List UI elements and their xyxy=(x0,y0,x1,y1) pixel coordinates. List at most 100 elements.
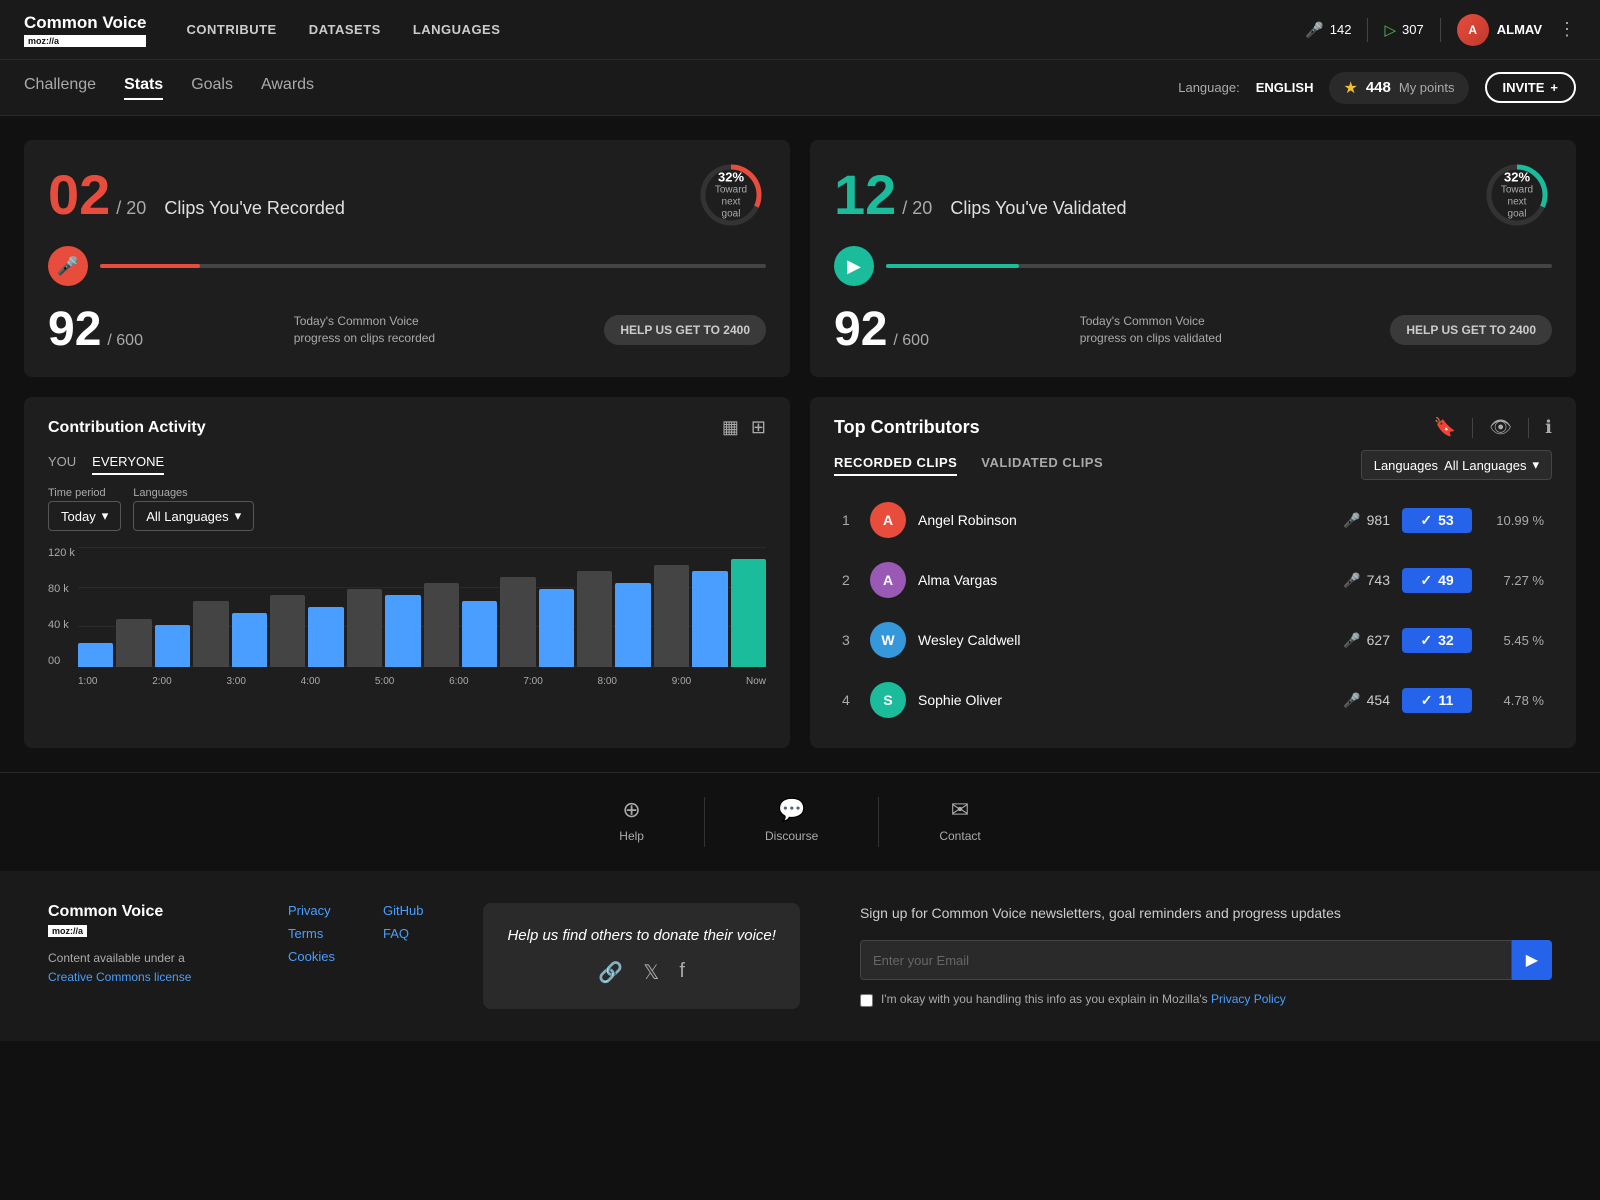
recorded-bottom-of: / 600 xyxy=(107,332,143,350)
activity-filters: Time period Today ▾ Languages All Langua… xyxy=(48,487,766,531)
tab-challenge[interactable]: Challenge xyxy=(24,76,96,100)
avatar: A xyxy=(1457,14,1489,46)
time-period-select[interactable]: Today ▾ xyxy=(48,501,121,531)
tab-awards[interactable]: Awards xyxy=(261,76,314,100)
footer-terms[interactable]: Terms xyxy=(288,926,335,941)
logo[interactable]: Common Voice moz://a xyxy=(24,13,146,47)
bar-chart-icon[interactable]: ▦ xyxy=(722,417,739,438)
contrib-row-3: 4 S Sophie Oliver 🎤 454 ✓ 11 4.78 % xyxy=(834,672,1552,728)
newsletter-submit-button[interactable]: ▶ xyxy=(1512,940,1552,980)
contrib-validated-0: ✓ 53 xyxy=(1402,508,1472,533)
tab-goals[interactable]: Goals xyxy=(191,76,233,100)
contrib-lang-chevron: ▾ xyxy=(1532,457,1539,473)
languages-select[interactable]: All Languages ▾ xyxy=(133,501,254,531)
time-period-label: Time period xyxy=(48,487,121,499)
contrib-row-2: 3 W Wesley Caldwell 🎤 627 ✓ 32 5.45 % xyxy=(834,612,1552,668)
y-label-00: 00 xyxy=(48,655,75,667)
contrib-lang-select[interactable]: Languages All Languages ▾ xyxy=(1361,450,1552,480)
points-number: 448 xyxy=(1366,79,1391,96)
play-stat: ▷ 307 xyxy=(1384,21,1423,39)
bookmark-icon[interactable]: 🔖 xyxy=(1434,417,1456,438)
contrib-clips-2: 🎤 627 xyxy=(1343,632,1390,649)
play-icon: ▷ xyxy=(1384,21,1396,39)
invite-button[interactable]: INVITE + xyxy=(1485,72,1577,103)
languages-filter-label: Languages xyxy=(133,487,254,499)
recorded-bottom-numbers: 92 / 600 xyxy=(48,302,143,357)
validated-card-top: 12 / 20 Clips You've Validated 32% Towar… xyxy=(834,160,1552,230)
recorded-big-number: 02 xyxy=(48,167,110,223)
consent-checkbox[interactable] xyxy=(860,994,873,1007)
nav-links: CONTRIBUTE DATASETS LANGUAGES xyxy=(186,22,1305,37)
chart-bar-2 xyxy=(155,625,190,667)
toggle-everyone[interactable]: EVERYONE xyxy=(92,450,164,475)
twitter-icon[interactable]: 𝕏 xyxy=(643,960,659,985)
validated-help-button[interactable]: HELP US GET TO 2400 xyxy=(1390,315,1552,345)
link-icon[interactable]: 🔗 xyxy=(598,960,623,985)
newsletter-input-row: ▶ xyxy=(860,940,1552,980)
points-badge: ★ 448 My points xyxy=(1329,72,1468,104)
grid-chart-icon[interactable]: ⊞ xyxy=(751,417,766,438)
invite-plus-icon: + xyxy=(1550,80,1558,95)
time-period-chevron: ▾ xyxy=(102,508,109,524)
validated-goal-circle-text: 32% Towardnext goal xyxy=(1500,170,1535,221)
check-icon-0: ✓ xyxy=(1420,512,1432,529)
hide-icon[interactable]: 👁 xyxy=(1489,417,1512,438)
recorded-help-button[interactable]: HELP US GET TO 2400 xyxy=(604,315,766,345)
contrib-clips-num-0: 981 xyxy=(1367,512,1390,528)
x-8: 8:00 xyxy=(598,676,617,687)
footer-links: ⊕ Help 💬 Discourse ✉ Contact xyxy=(0,772,1600,871)
language-value: ENGLISH xyxy=(1256,80,1314,95)
tab-validated-clips[interactable]: VALIDATED CLIPS xyxy=(981,455,1103,476)
recorded-card: 02 / 20 Clips You've Recorded 32% Toward… xyxy=(24,140,790,377)
contact-label: Contact xyxy=(939,829,980,843)
help-icon: ⊕ xyxy=(622,797,640,823)
validated-progress-bar xyxy=(886,264,1019,268)
toggle-you[interactable]: YOU xyxy=(48,450,76,475)
contrib-pct-3: 4.78 % xyxy=(1484,693,1544,708)
activity-title: Contribution Activity xyxy=(48,419,206,437)
x-9: 9:00 xyxy=(672,676,691,687)
footer-cookies[interactable]: Cookies xyxy=(288,949,335,964)
info-icon[interactable]: ℹ xyxy=(1545,417,1552,438)
footer-cta-text: Help us find others to donate their voic… xyxy=(507,927,776,944)
contrib-pct-1: 7.27 % xyxy=(1484,573,1544,588)
footer-logo-area: Common Voice moz://a Content available u… xyxy=(48,903,228,987)
tab-recorded-clips[interactable]: RECORDED CLIPS xyxy=(834,455,957,476)
activity-header: Contribution Activity ▦ ⊞ xyxy=(48,417,766,438)
footer-discourse[interactable]: 💬 Discourse xyxy=(765,797,818,847)
more-icon[interactable]: ⋮ xyxy=(1558,19,1576,40)
footer-contact[interactable]: ✉ Contact xyxy=(939,797,980,847)
facebook-icon[interactable]: f xyxy=(679,960,685,985)
nav-languages[interactable]: LANGUAGES xyxy=(413,22,501,37)
email-input[interactable] xyxy=(860,940,1512,980)
nav-contribute[interactable]: CONTRIBUTE xyxy=(186,22,276,37)
contrib-mic-icon-3: 🎤 xyxy=(1343,692,1360,709)
footer-faq[interactable]: FAQ xyxy=(383,926,423,941)
chart-y-labels: 120 k 80 k 40 k 00 xyxy=(48,547,75,667)
contrib-clips-1: 🎤 743 xyxy=(1343,572,1390,589)
user-area[interactable]: A ALMAV xyxy=(1457,14,1542,46)
footer-help[interactable]: ⊕ Help xyxy=(619,797,644,847)
contrib-clips-0: 🎤 981 xyxy=(1343,512,1390,529)
logo-title: Common Voice xyxy=(24,13,146,33)
stat-cards-row: 02 / 20 Clips You've Recorded 32% Toward… xyxy=(24,140,1576,377)
validated-goal-circle: 32% Towardnext goal xyxy=(1482,160,1552,230)
bottom-cards-row: Contribution Activity ▦ ⊞ YOU EVERYONE T… xyxy=(24,397,1576,748)
contrib-title: Top Contributors xyxy=(834,417,980,438)
footer-github[interactable]: GitHub xyxy=(383,903,423,918)
cc-link[interactable]: Creative Commons license xyxy=(48,970,191,984)
x-6: 6:00 xyxy=(449,676,468,687)
nav-datasets[interactable]: DATASETS xyxy=(309,22,381,37)
contrib-avatar-2: W xyxy=(870,622,906,658)
contrib-tab-group: RECORDED CLIPS VALIDATED CLIPS xyxy=(834,455,1103,476)
sub-right: Language: ENGLISH ★ 448 My points INVITE… xyxy=(1178,72,1576,104)
logo-sub: moz://a xyxy=(24,35,146,47)
contrib-clips-3: 🎤 454 xyxy=(1343,692,1390,709)
recorded-card-bottom: 92 / 600 Today's Common Voice progress o… xyxy=(48,302,766,357)
chart-bar-14 xyxy=(615,583,650,667)
footer-privacy[interactable]: Privacy xyxy=(288,903,335,918)
tab-stats[interactable]: Stats xyxy=(124,76,163,100)
contrib-mic-icon-2: 🎤 xyxy=(1343,632,1360,649)
privacy-policy-link[interactable]: Privacy Policy xyxy=(1211,992,1286,1006)
chart-bar-9 xyxy=(424,583,459,667)
